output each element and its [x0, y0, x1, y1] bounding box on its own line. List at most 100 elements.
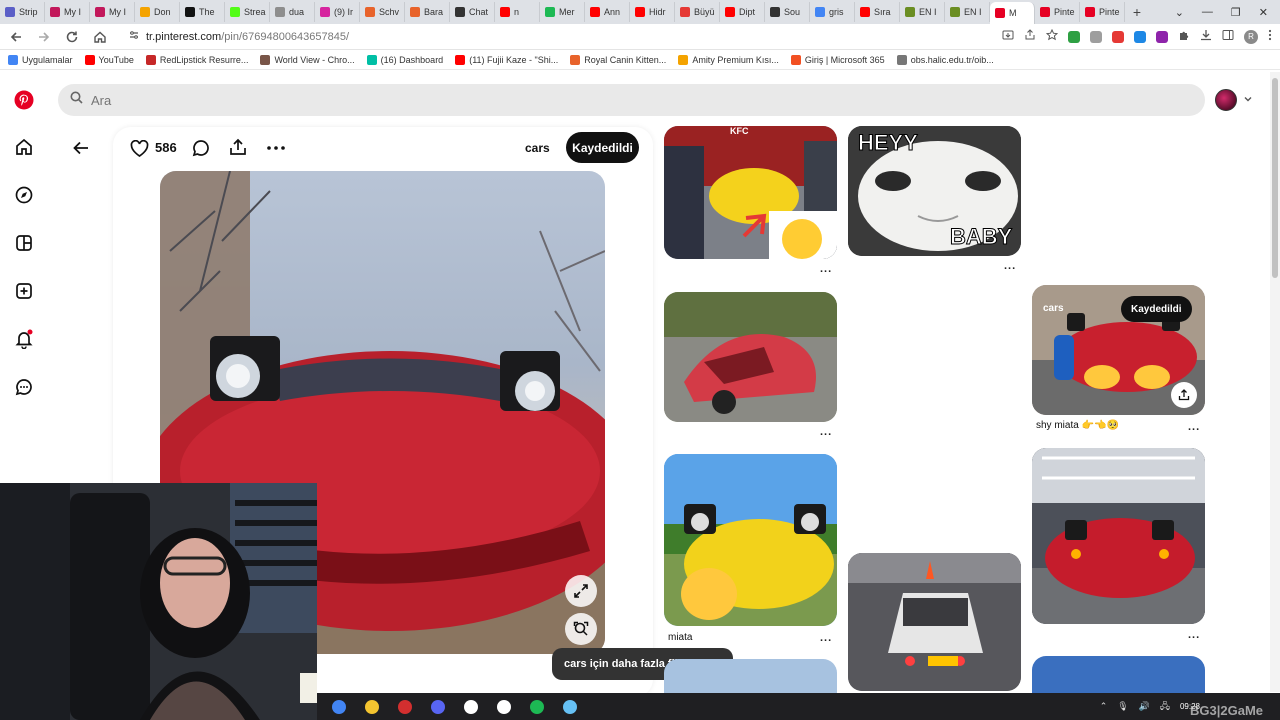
extension-shield-icon[interactable]: [1068, 30, 1080, 43]
related-pin-more-icon[interactable]: ...: [820, 426, 832, 438]
related-pin-heyy-baby[interactable]: HEYY BABY: [848, 126, 1021, 256]
user-avatar[interactable]: [1215, 89, 1237, 111]
browser-tab[interactable]: Strip: [0, 2, 45, 22]
share-icon[interactable]: [1024, 28, 1036, 46]
browser-tab[interactable]: Strea: [225, 2, 270, 22]
browser-tab[interactable]: EN I: [945, 2, 990, 22]
pin-title-miata[interactable]: miata: [668, 632, 692, 643]
bookmark-item[interactable]: YouTube: [84, 54, 134, 65]
taskbar-voicemeeter-icon[interactable]: [394, 698, 416, 716]
browser-tab[interactable]: My I: [90, 2, 135, 22]
bookmark-item[interactable]: (16) Dashboard: [366, 54, 443, 65]
install-icon[interactable]: [1002, 28, 1014, 46]
browser-tab[interactable]: M: [990, 2, 1035, 24]
browser-tab[interactable]: (9) Ir: [315, 2, 360, 22]
bookmark-item[interactable]: (11) Fujii Kaze - "Shi...: [455, 54, 558, 65]
related-pin-more-icon[interactable]: ...: [820, 263, 832, 275]
tray-chevron-up-icon[interactable]: ⌃: [1100, 701, 1108, 712]
related-pin-shy-miata[interactable]: cars Kaydedildi: [1032, 285, 1205, 415]
related-pin-kfc-miata[interactable]: KFC: [664, 126, 837, 259]
visual-search-icon[interactable]: [565, 613, 597, 645]
extensions-puzzle-icon[interactable]: [1178, 28, 1190, 46]
related-pin-yellow-miata[interactable]: [664, 454, 837, 626]
bookmark-item[interactable]: World View - Chro...: [260, 54, 355, 65]
board-selector[interactable]: cars: [525, 141, 550, 155]
explore-compass-icon[interactable]: [10, 181, 38, 209]
home-nav-icon[interactable]: [10, 133, 38, 161]
url-field[interactable]: tr.pinterest.com/pin/676948006436578​45/: [120, 27, 990, 47]
bookmark-item[interactable]: Amity Premium Kısı...: [678, 54, 779, 65]
minimize-icon[interactable]: —: [1202, 6, 1213, 19]
browser-tab[interactable]: My I: [45, 2, 90, 22]
bookmark-item[interactable]: obs.halic.edu.tr/oib...: [896, 54, 994, 65]
hover-share-icon[interactable]: [1171, 382, 1197, 408]
back-arrow-icon[interactable]: [70, 137, 92, 159]
like-heart-icon[interactable]: [128, 138, 150, 158]
taskbar-chatgpt-icon[interactable]: [460, 698, 482, 716]
related-pin-partial[interactable]: [664, 659, 837, 693]
new-tab-button[interactable]: +: [1125, 4, 1149, 20]
share-upload-icon[interactable]: [228, 137, 248, 157]
browser-tab[interactable]: dua: [270, 2, 315, 22]
forward-icon[interactable]: [36, 29, 52, 45]
tab-search-chevron-icon[interactable]: ⌄: [1175, 6, 1184, 19]
taskbar-steam-icon[interactable]: [559, 698, 581, 716]
browser-menu-icon[interactable]: [1268, 28, 1272, 46]
related-pin-wrecked-miata[interactable]: [664, 292, 837, 422]
taskbar-spotify-icon[interactable]: [526, 698, 548, 716]
taskbar-chrome-icon[interactable]: [328, 698, 350, 716]
star-icon[interactable]: [1045, 28, 1059, 46]
bookmark-item[interactable]: Giriş | Microsoft 365: [790, 54, 885, 65]
create-plus-icon[interactable]: [10, 277, 38, 305]
home-icon[interactable]: [92, 29, 108, 45]
extension-purple-icon[interactable]: [1156, 30, 1168, 43]
expand-icon[interactable]: [565, 575, 597, 607]
browser-tab[interactable]: Pinte: [1035, 2, 1080, 22]
search-input[interactable]: [91, 92, 267, 108]
taskbar-obs-icon[interactable]: [493, 698, 515, 716]
sidepanel-icon[interactable]: [1222, 28, 1234, 46]
browser-tab[interactable]: Sou: [765, 2, 810, 22]
pin-title-shy-miata[interactable]: shy miata 👉👈🥺: [1036, 420, 1119, 431]
download-icon[interactable]: [1200, 28, 1212, 46]
bookmark-item[interactable]: Royal Canin Kitten...: [570, 54, 666, 65]
messages-icon[interactable]: [10, 373, 38, 401]
related-pin-more-icon[interactable]: ...: [1188, 629, 1200, 641]
browser-tab[interactable]: gris: [810, 2, 855, 22]
extension-red-icon[interactable]: [1112, 30, 1124, 43]
browser-tab[interactable]: Chat: [450, 2, 495, 22]
related-pin-more-icon[interactable]: ...: [820, 632, 832, 644]
taskbar-files-icon[interactable]: [361, 698, 383, 716]
browser-tab[interactable]: Don: [135, 2, 180, 22]
taskbar-discord-icon[interactable]: [427, 698, 449, 716]
browser-tab[interactable]: Sıra: [855, 2, 900, 22]
extension-puzzle-gray-icon[interactable]: [1090, 30, 1102, 43]
search-bar[interactable]: [58, 84, 1205, 116]
bookmark-item[interactable]: RedLipstick Resurre...: [145, 54, 248, 65]
browser-tab[interactable]: n: [495, 2, 540, 22]
browser-tab[interactable]: Dipt: [720, 2, 765, 22]
browser-tab[interactable]: Ann: [585, 2, 630, 22]
bookmark-item[interactable]: Uygulamalar: [8, 54, 73, 65]
hover-saved-button[interactable]: Kaydedildi: [1121, 296, 1192, 322]
scrollbar-thumb[interactable]: [1272, 78, 1278, 278]
back-icon[interactable]: [8, 29, 24, 45]
browser-tab[interactable]: Büyü: [675, 2, 720, 22]
restore-icon[interactable]: ❐: [1231, 6, 1241, 19]
browser-tab[interactable]: The: [180, 2, 225, 22]
saved-button[interactable]: Kaydedildi: [566, 132, 639, 163]
browser-tab[interactable]: Bara: [405, 2, 450, 22]
profile-avatar-icon[interactable]: R: [1244, 29, 1258, 44]
browser-tab[interactable]: EN I: [900, 2, 945, 22]
network-icon[interactable]: 🖧: [1160, 699, 1170, 715]
browser-tab[interactable]: Pinte: [1080, 2, 1125, 22]
comment-icon[interactable]: [191, 138, 211, 158]
pinterest-logo-icon[interactable]: [10, 86, 38, 114]
hover-board-name[interactable]: cars: [1043, 303, 1064, 314]
volume-icon[interactable]: 🔊: [1139, 701, 1150, 712]
related-pin-red-miata-garage[interactable]: [1032, 448, 1205, 624]
microphone-icon[interactable]: 🎙: [1117, 701, 1128, 712]
related-pin-more-icon[interactable]: ...: [1188, 421, 1200, 433]
related-pin-more-icon[interactable]: ...: [1004, 260, 1016, 272]
notifications-bell-icon[interactable]: [10, 325, 38, 353]
